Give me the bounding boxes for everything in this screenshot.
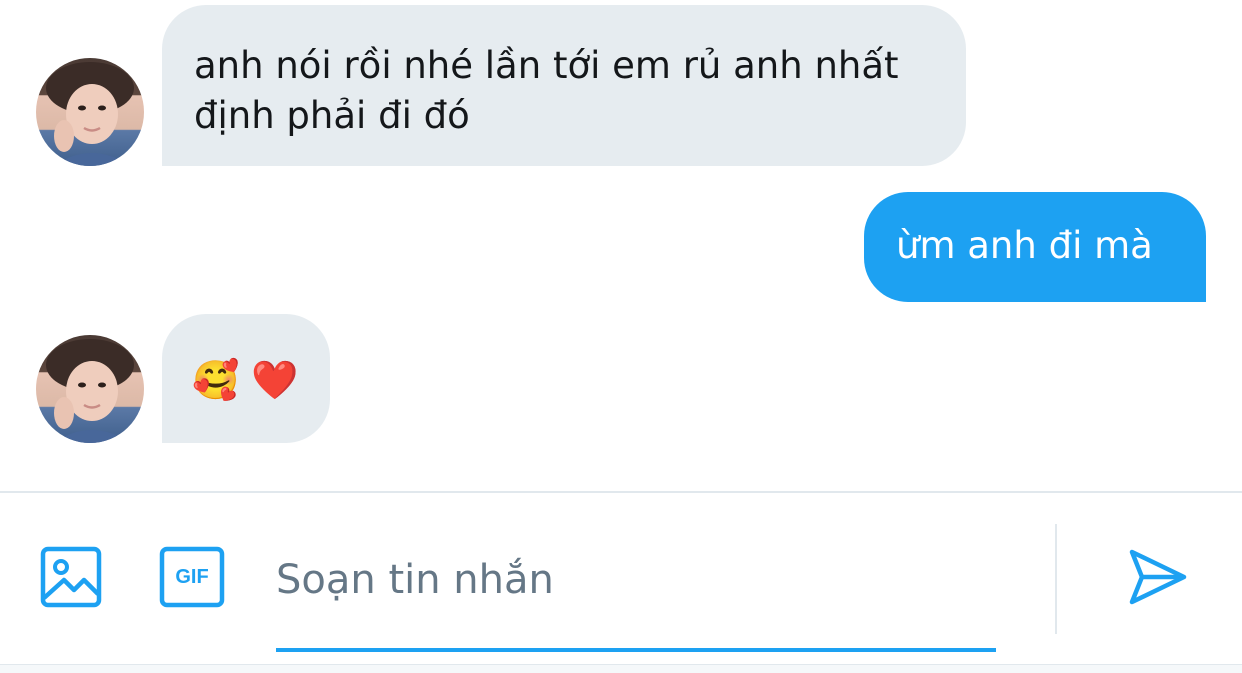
message-thread: anh nói rồi nhé lần tới em rủ anh nhất đ… [0,0,1242,492]
message-text: ừm anh đi mà [896,224,1153,267]
message-input[interactable] [276,540,996,620]
emoji-message-text: 🥰 ❤️ [192,358,299,402]
avatar-image [46,62,134,166]
gif-label: GIF [175,566,209,588]
add-media-button[interactable] [40,546,102,608]
avatar[interactable] [36,335,144,443]
send-icon [1129,549,1187,605]
image-icon [40,546,102,608]
avatar[interactable] [36,58,144,166]
composer-separator [1055,524,1057,634]
message-input-underline [276,648,996,652]
message-bubble-outgoing[interactable]: ừm anh đi mà [864,192,1206,302]
add-gif-button[interactable]: GIF [159,546,225,608]
avatar-image [46,339,134,443]
message-bubble-incoming[interactable]: 🥰 ❤️ [162,314,330,443]
message-bubble-incoming[interactable]: anh nói rồi nhé lần tới em rủ anh nhất đ… [162,5,966,166]
send-button[interactable] [1126,546,1188,608]
message-text: anh nói rồi nhé lần tới em rủ anh nhất đ… [194,44,899,137]
